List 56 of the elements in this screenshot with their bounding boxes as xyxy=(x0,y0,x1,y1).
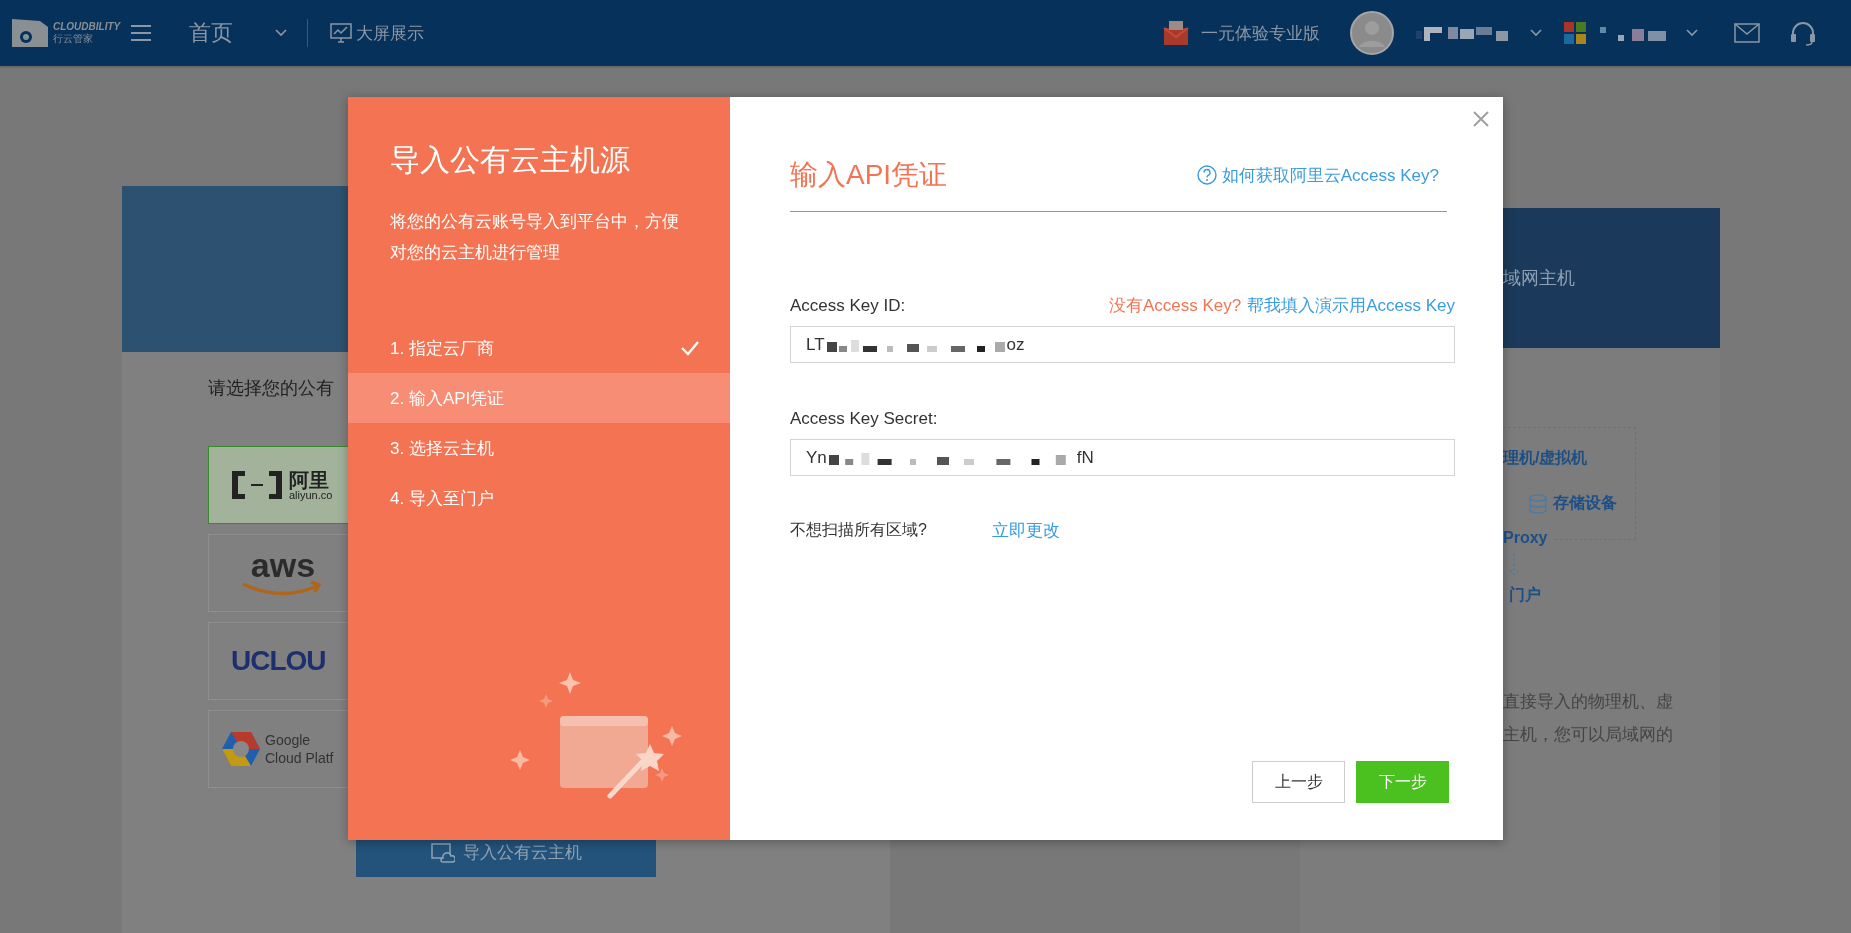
demo-key-link[interactable]: 帮我填入演示用Access Key xyxy=(1247,294,1455,318)
provider-logo-text: 阿里 xyxy=(289,469,329,490)
logo-icon xyxy=(10,17,50,49)
provider-logo-text: aws xyxy=(250,550,316,580)
proxy-label: Proxy xyxy=(1503,529,1548,547)
gift-icon xyxy=(1163,20,1189,46)
mail-icon[interactable] xyxy=(1734,23,1760,43)
dialog-title: 导入公有云主机源 xyxy=(390,142,631,178)
menu-icon[interactable] xyxy=(131,25,152,41)
dialog-description: 将您的公有云账号导入到平台中，方便对您的云主机进行管理 xyxy=(390,211,680,264)
monitor-cloud-icon xyxy=(430,842,455,863)
help-link[interactable]: 如何获取阿里云Access Key? xyxy=(1196,163,1439,187)
field-value-end: oz xyxy=(1006,334,1025,355)
wizard-step[interactable]: 2. 输入API凭证 xyxy=(348,373,730,423)
chart-monitor-icon xyxy=(330,23,353,43)
aliyun-logo-icon xyxy=(231,471,283,499)
help-icon xyxy=(1196,165,1217,185)
down-arrow-icon xyxy=(1509,553,1519,577)
close-icon[interactable] xyxy=(1473,111,1489,127)
chevron-down-icon[interactable] xyxy=(1686,29,1698,37)
database-icon xyxy=(1529,493,1547,514)
field-label: Access Key Secret: xyxy=(790,408,938,430)
portal-label: 门户 xyxy=(1509,585,1541,605)
provider-logo-text: Cloud Platf xyxy=(265,749,334,767)
step-heading: 输入API凭证 xyxy=(790,158,948,192)
field-value-start: Yn xyxy=(806,447,827,468)
wizard-step[interactable]: 1. 指定云厂商 xyxy=(348,323,730,373)
big-screen-link[interactable]: 大屏展示 xyxy=(330,21,425,45)
logo-wordmark: CLOUDBILITY xyxy=(53,21,121,33)
page-title: 首页 xyxy=(189,19,234,47)
previous-step-button[interactable]: 上一步 xyxy=(1252,761,1345,803)
logo-subtitle: 行云管家 xyxy=(53,33,94,45)
chevron-down-icon[interactable] xyxy=(275,29,288,37)
input-field[interactable]: LT oz xyxy=(790,326,1455,363)
card-title: 域网主机 xyxy=(1503,267,1575,290)
avatar-icon[interactable] xyxy=(1350,11,1394,55)
field-value-end: fN xyxy=(1076,447,1094,468)
field-value-start: LT xyxy=(806,334,825,355)
storage-label: 存储设备 xyxy=(1553,493,1617,513)
region-prompt: 不想扫描所有区域? xyxy=(790,520,928,540)
trial-promo-link[interactable]: 一元体验专业版 xyxy=(1201,21,1320,45)
provider-logo-text: Google xyxy=(265,731,312,749)
no-key-hint: 没有Access Key? xyxy=(1108,295,1242,317)
field-label: Access Key ID: xyxy=(790,295,906,317)
hexagon-logo-icon xyxy=(221,731,261,767)
provider-prompt: 请选择您的公有 xyxy=(208,377,334,400)
provider-logo-text: UCLOU xyxy=(231,645,326,677)
input-field[interactable]: Yn fN xyxy=(790,439,1455,476)
next-step-button[interactable]: 下一步 xyxy=(1356,761,1449,803)
description-text: 主机，您可以局域网的 xyxy=(1503,724,1674,746)
provider-logo-text: aliyun.co xyxy=(289,489,333,501)
change-now-link[interactable]: 立即更改 xyxy=(992,519,1060,542)
headset-icon[interactable] xyxy=(1790,20,1816,46)
windows-logo-icon xyxy=(1564,22,1586,44)
chevron-down-icon[interactable] xyxy=(1530,29,1542,37)
hosts-label: 理机/虚拟机 xyxy=(1503,449,1588,466)
